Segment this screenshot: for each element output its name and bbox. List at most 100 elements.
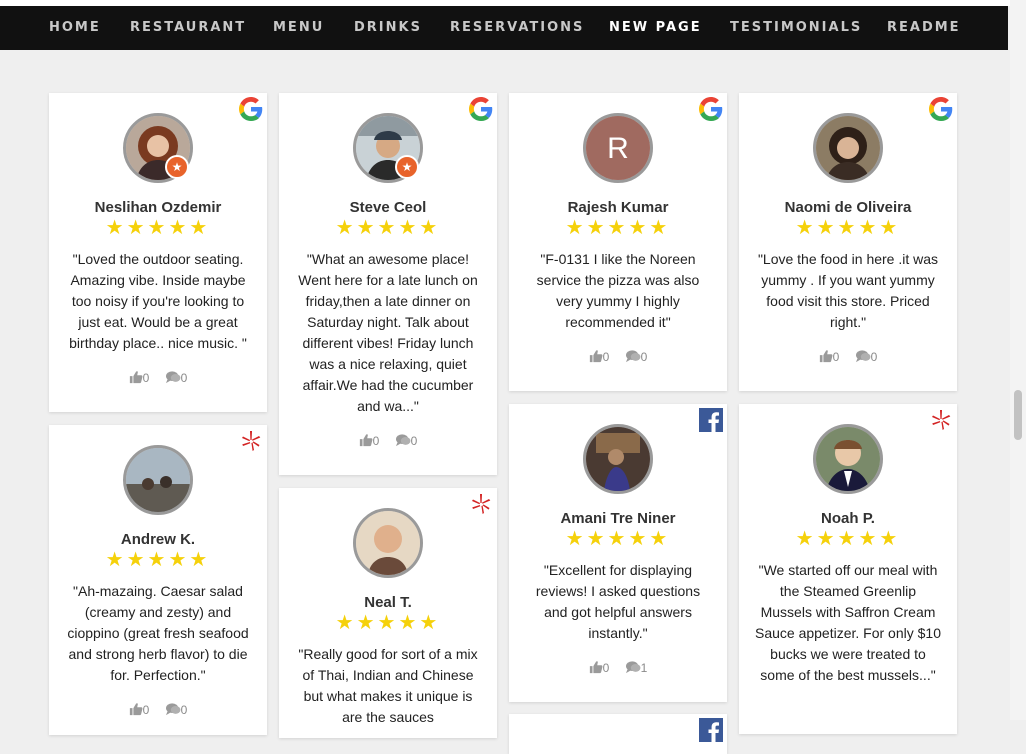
avatar: R: [583, 113, 653, 183]
comment-icon: [855, 349, 871, 363]
star-rating: ★★★★★: [335, 612, 441, 634]
nav-menu[interactable]: MENU: [273, 20, 324, 35]
reviewer-name: Rajesh Kumar: [567, 199, 669, 216]
review-text: "Loved the outdoor seating. Amazing vibe…: [69, 251, 247, 351]
like-count: 0: [142, 703, 150, 717]
comment-count: 0: [640, 350, 648, 364]
reviewer-name: Neslihan Ozdemir: [94, 199, 222, 216]
reviewer-name: Steve Ceol: [349, 199, 427, 216]
like-button[interactable]: 0: [589, 660, 609, 675]
review-card: Andrew K. ★★★★★ "Ah-mazaing. Caesar sala…: [49, 425, 267, 735]
review-actions: 0 0: [49, 702, 267, 717]
star-rating: ★★★★★: [565, 528, 671, 550]
local-guide-badge-icon: ★: [395, 155, 419, 179]
nav-readme[interactable]: README: [887, 20, 961, 35]
star-rating: ★★★★★: [795, 528, 901, 550]
google-icon[interactable]: [699, 97, 723, 121]
comment-icon: [165, 370, 181, 384]
like-button[interactable]: 0: [359, 433, 379, 448]
comment-count: 0: [180, 371, 188, 385]
review-actions: 0 0: [739, 349, 957, 364]
comment-icon: [625, 349, 641, 363]
like-button[interactable]: 0: [589, 349, 610, 364]
review-actions: 0 0: [509, 349, 727, 364]
scrollbar-track[interactable]: [1010, 0, 1026, 720]
star-rating: ★★★★★: [565, 217, 671, 239]
reviewer-name: Neal T.: [364, 594, 412, 611]
review-card: Naomi de Oliveira ★★★★★ "Love the food i…: [739, 93, 957, 391]
avatar-initial: R: [607, 132, 629, 165]
review-actions: 0 0: [279, 433, 497, 448]
avatar: [813, 424, 883, 494]
google-icon[interactable]: [929, 97, 953, 121]
nav-restaurant[interactable]: RESTAURANT: [130, 20, 246, 35]
star-rating: ★★★★★: [105, 549, 211, 571]
google-icon[interactable]: [469, 97, 493, 121]
like-count: 0: [602, 350, 610, 364]
comment-count: 0: [410, 434, 418, 448]
review-text: "We started off our meal with the Steame…: [754, 562, 941, 683]
review-text: "Love the food in here .it was yummy . I…: [757, 251, 939, 330]
nav-reservations[interactable]: RESERVATIONS: [450, 20, 584, 35]
local-guide-badge-icon: ★: [165, 155, 189, 179]
nav-new-page[interactable]: NEW PAGE: [609, 20, 702, 35]
like-count: 0: [142, 371, 150, 385]
reviewer-name: Naomi de Oliveira: [784, 199, 912, 216]
review-card: ★ Neslihan Ozdemir ★★★★★ "Loved the outd…: [49, 93, 267, 412]
review-actions: 0 1: [509, 660, 727, 675]
reviewer-name: Amani Tre Niner: [560, 510, 676, 527]
star-rating: ★★★★★: [335, 217, 441, 239]
review-text: "F-0131 I like the Noreen service the pi…: [536, 251, 700, 330]
comment-icon: [165, 702, 181, 716]
comment-button[interactable]: 1: [625, 660, 648, 675]
comment-button[interactable]: 0: [855, 349, 878, 364]
comment-button[interactable]: 0: [395, 433, 418, 448]
review-card: Neal T. ★★★★★ "Really good for sort of a…: [279, 488, 497, 738]
thumbs-up-icon: [129, 370, 143, 384]
review-text: "Ah-mazaing. Caesar salad (creamy and ze…: [67, 583, 249, 683]
avatar: [353, 508, 423, 578]
nav-drinks[interactable]: DRINKS: [354, 20, 422, 35]
like-button[interactable]: 0: [819, 349, 839, 364]
review-card: ★ Steve Ceol ★★★★★ "What an awesome plac…: [279, 93, 497, 475]
review-text: "What an awesome place! Went here for a …: [298, 251, 478, 414]
thumbs-up-icon: [359, 433, 373, 447]
comment-icon: [625, 660, 641, 674]
thumbs-up-icon: [819, 349, 833, 363]
comment-count: 0: [180, 703, 188, 717]
avatar: [583, 424, 653, 494]
comment-count: 0: [870, 350, 878, 364]
thumbs-up-icon: [129, 702, 143, 716]
comment-button[interactable]: 0: [165, 370, 188, 385]
google-icon[interactable]: [239, 97, 263, 121]
scrollbar-thumb[interactable]: [1014, 390, 1022, 440]
avatar: [813, 113, 883, 183]
comment-button[interactable]: 0: [165, 702, 188, 717]
review-card: Noah P. ★★★★★ "We started off our meal w…: [739, 404, 957, 734]
like-button[interactable]: 0: [129, 370, 150, 385]
facebook-icon[interactable]: [699, 718, 723, 742]
review-card: Amani Tre Niner ★★★★★ "Excellent for dis…: [509, 404, 727, 702]
reviewer-name: Andrew K.: [120, 531, 196, 548]
nav-home[interactable]: HOME: [49, 20, 101, 35]
yelp-icon[interactable]: [469, 492, 493, 516]
yelp-icon[interactable]: [929, 408, 953, 432]
review-text: "Excellent for displaying reviews! I ask…: [535, 562, 701, 641]
nav-testimonials[interactable]: TESTIMONIALS: [730, 20, 862, 35]
review-text: "Really good for sort of a mix of Thai, …: [298, 646, 478, 725]
facebook-icon[interactable]: [699, 408, 723, 432]
comment-button[interactable]: 0: [625, 349, 648, 364]
like-button[interactable]: 0: [129, 702, 150, 717]
thumbs-up-icon: [589, 349, 603, 363]
yelp-icon[interactable]: [239, 429, 263, 453]
review-card: [509, 714, 727, 754]
comment-icon: [395, 433, 411, 447]
reviewer-name: Noah P.: [821, 510, 875, 527]
star-rating: ★★★★★: [795, 217, 901, 239]
thumbs-up-icon: [589, 660, 603, 674]
review-card: R Rajesh Kumar ★★★★★ "F-0131 I like the …: [509, 93, 727, 391]
comment-count: 1: [640, 661, 648, 675]
avatar: [123, 445, 193, 515]
navbar: HOME RESTAURANT MENU DRINKS RESERVATIONS…: [0, 6, 1008, 50]
star-rating: ★★★★★: [105, 217, 211, 239]
